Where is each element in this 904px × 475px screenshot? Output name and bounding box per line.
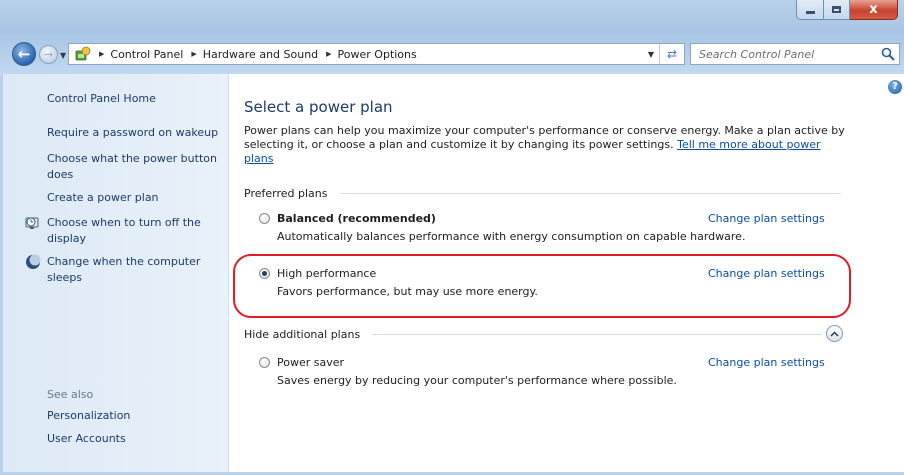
- sidebar-link-require-password[interactable]: Require a password on wakeup: [47, 125, 225, 141]
- back-arrow-icon: ←: [17, 44, 31, 63]
- search-box[interactable]: [690, 43, 900, 65]
- sidebar-link-control-panel-home[interactable]: Control Panel Home: [47, 91, 225, 107]
- sidebar-link-turn-off-display[interactable]: Choose when to turn off the display: [47, 215, 225, 247]
- breadcrumb-hardware-and-sound[interactable]: Hardware and Sound: [203, 48, 318, 61]
- minimize-button[interactable]: [796, 0, 824, 20]
- sleep-moon-icon: [26, 254, 41, 269]
- chevron-up-icon: [830, 330, 839, 337]
- minimize-icon: [805, 11, 815, 14]
- control-panel-icon: [75, 46, 91, 62]
- refresh-icon: ⇄: [666, 47, 678, 61]
- navigation-bar: ← → ▼ ▶ Control Panel ▶ Hardware and Sou…: [0, 34, 904, 74]
- plan-balanced-radio[interactable]: [259, 213, 270, 224]
- collapse-additional-plans-button[interactable]: [826, 325, 843, 342]
- refresh-button[interactable]: ⇄: [659, 44, 684, 64]
- plan-balanced-description: Automatically balances performance with …: [277, 230, 746, 243]
- hide-additional-plans-heading[interactable]: Hide additional plans: [244, 327, 360, 341]
- breadcrumb-separator-icon: ▶: [99, 50, 105, 58]
- breadcrumb-control-panel[interactable]: Control Panel: [110, 48, 183, 61]
- search-icon[interactable]: [881, 47, 895, 61]
- forward-arrow-icon: →: [43, 48, 54, 61]
- sidebar: Control Panel Home Require a password on…: [3, 74, 229, 472]
- plan-power-saver-name[interactable]: Power saver: [277, 356, 344, 369]
- close-icon: x: [869, 2, 878, 17]
- sidebar-link-computer-sleeps[interactable]: Change when the computer sleeps: [47, 254, 225, 286]
- recent-pages-dropdown-icon[interactable]: ▼: [60, 51, 66, 60]
- address-bar[interactable]: ▶ Control Panel ▶ Hardware and Sound ▶ P…: [68, 43, 685, 65]
- breadcrumb: ▶ Control Panel ▶ Hardware and Sound ▶ P…: [91, 48, 417, 61]
- plan-power-saver-description: Saves energy by reducing your computer's…: [277, 374, 677, 387]
- intro-text: Power plans can help you maximize your c…: [244, 124, 849, 166]
- back-button[interactable]: ←: [12, 42, 36, 66]
- main-content: ? Select a power plan Power plans can he…: [229, 74, 904, 472]
- breadcrumb-separator-icon: ▶: [326, 50, 332, 58]
- plan-balanced-name[interactable]: Balanced (recommended): [277, 212, 436, 225]
- forward-button[interactable]: →: [39, 45, 58, 64]
- plan-power-saver-radio[interactable]: [259, 357, 270, 368]
- sidebar-link-create-power-plan[interactable]: Create a power plan: [47, 190, 225, 206]
- help-icon[interactable]: ?: [888, 80, 902, 94]
- highlight-annotation: [233, 254, 851, 318]
- page-title: Select a power plan: [244, 98, 393, 116]
- sidebar-link-personalization[interactable]: Personalization: [47, 408, 225, 424]
- change-plan-settings-balanced-link[interactable]: Change plan settings: [708, 212, 825, 225]
- display-clock-icon: [25, 217, 39, 229]
- divider: [372, 334, 822, 335]
- address-dropdown-icon[interactable]: ▼: [648, 50, 654, 59]
- maximize-icon: [832, 6, 841, 13]
- sidebar-link-user-accounts[interactable]: User Accounts: [47, 431, 225, 447]
- divider: [341, 193, 841, 194]
- title-bar: x: [0, 0, 904, 34]
- close-button[interactable]: x: [850, 0, 898, 20]
- maximize-button[interactable]: [824, 0, 850, 20]
- search-input[interactable]: [697, 47, 871, 62]
- power-options-window: x ← → ▼ ▶ Control Panel ▶ Hardware and S…: [0, 0, 904, 475]
- breadcrumb-power-options[interactable]: Power Options: [338, 48, 417, 61]
- change-plan-settings-power-saver-link[interactable]: Change plan settings: [708, 356, 825, 369]
- sidebar-link-power-button[interactable]: Choose what the power button does: [47, 151, 225, 183]
- see-also-heading: See also: [47, 388, 94, 401]
- breadcrumb-separator-icon: ▶: [191, 50, 197, 58]
- preferred-plans-heading: Preferred plans: [244, 186, 328, 200]
